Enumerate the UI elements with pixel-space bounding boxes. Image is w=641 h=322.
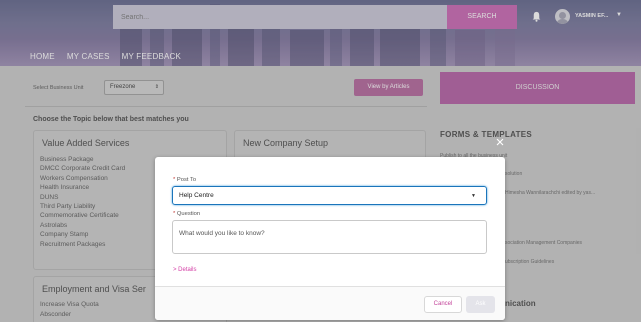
question-label: * Question [173, 211, 201, 217]
modal-footer: Cancel Ask [155, 286, 505, 320]
cancel-button[interactable]: Cancel [424, 296, 462, 313]
post-to-value: Help Centre [179, 192, 214, 199]
close-icon[interactable]: × [494, 135, 506, 150]
ask-question-modal: * Post To Help Centre ▼ * Question What … [155, 157, 505, 320]
ask-button[interactable]: Ask [466, 296, 495, 313]
details-link[interactable]: > Details [173, 267, 197, 273]
question-textarea[interactable]: What would you like to know? [172, 220, 487, 254]
caret-down-icon: ▼ [471, 193, 476, 199]
post-to-select[interactable]: Help Centre ▼ [172, 186, 487, 205]
post-to-label: * Post To [173, 177, 197, 183]
